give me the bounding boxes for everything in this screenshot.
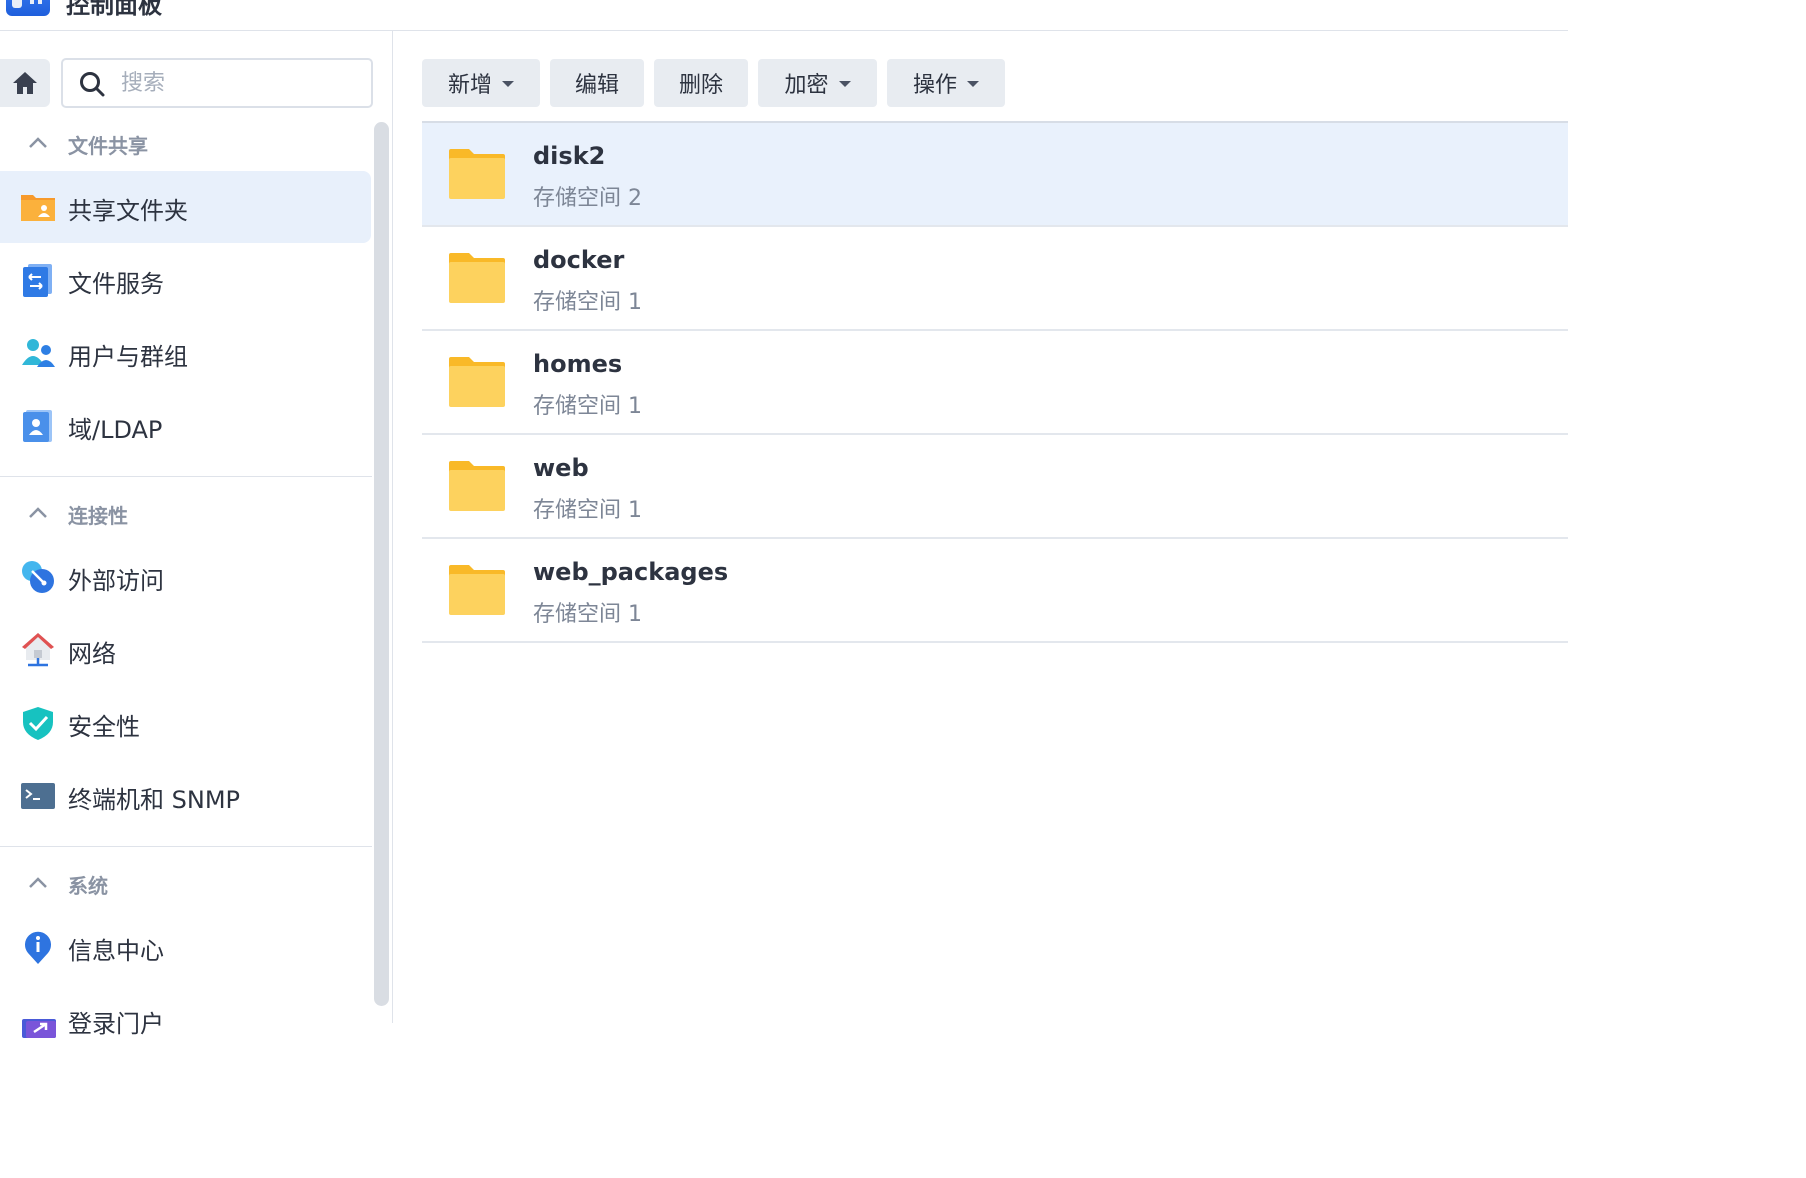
folder-row[interactable]: web 存储空间 1 bbox=[422, 435, 1568, 539]
sidebar-item-label: 外部访问 bbox=[68, 567, 164, 595]
folder-row[interactable]: disk2 存储空间 2 bbox=[422, 121, 1568, 227]
sidebar-item-users-groups[interactable]: 用户与群组 bbox=[0, 317, 371, 389]
dropdown-caret-icon bbox=[838, 81, 851, 87]
sidebar-item-login-portal[interactable]: 登录门户 bbox=[0, 984, 371, 1056]
encrypt-button-label: 加密 bbox=[784, 73, 829, 98]
search-input[interactable] bbox=[119, 67, 353, 99]
encrypt-button[interactable]: 加密 bbox=[758, 59, 877, 107]
group-divider bbox=[0, 846, 372, 847]
group-header-connectivity[interactable]: 连接性 bbox=[0, 493, 372, 533]
group-label: 系统 bbox=[68, 874, 108, 898]
sidebar-item-security[interactable]: 安全性 bbox=[0, 687, 371, 759]
sidebar-item-terminal-snmp[interactable]: 终端机和 SNMP bbox=[0, 760, 371, 832]
dropdown-caret-icon bbox=[502, 81, 514, 87]
folder-icon bbox=[449, 461, 505, 511]
sidebar-item-label: 域/LDAP bbox=[68, 416, 163, 444]
folder-name: homes bbox=[533, 350, 623, 378]
folder-volume: 存储空间 2 bbox=[533, 186, 642, 211]
file-services-icon bbox=[23, 264, 52, 297]
group-label: 文件共享 bbox=[68, 134, 148, 158]
group-label: 连接性 bbox=[68, 504, 128, 528]
sidebar-item-file-services[interactable]: 文件服务 bbox=[0, 244, 371, 316]
folder-icon bbox=[449, 253, 505, 303]
window-titlebar: 控制面板 bbox=[0, 0, 1568, 31]
search-icon bbox=[80, 72, 105, 97]
terminal-icon bbox=[21, 783, 55, 809]
home-icon bbox=[13, 72, 37, 94]
domain-ldap-icon bbox=[23, 410, 52, 442]
shared-folder-list: disk2 存储空间 2 docker 存储空间 1 homes 存储空间 1 … bbox=[422, 121, 1568, 643]
sidebar-item-label: 信息中心 bbox=[68, 937, 164, 965]
window-title: 控制面板 bbox=[66, 0, 162, 19]
folder-icon bbox=[449, 565, 505, 615]
network-icon bbox=[22, 633, 54, 667]
sidebar: 文件共享 共享文件夹 文件服务 用户与群组 bbox=[0, 31, 393, 1038]
sidebar-item-domain-ldap[interactable]: 域/LDAP bbox=[0, 390, 371, 462]
delete-button-label: 删除 bbox=[678, 73, 723, 98]
folder-volume: 存储空间 1 bbox=[533, 290, 642, 315]
sidebar-item-label: 文件服务 bbox=[68, 270, 164, 298]
action-button[interactable]: 操作 bbox=[887, 59, 1005, 107]
dropdown-caret-icon bbox=[967, 81, 979, 87]
folder-icon bbox=[449, 357, 505, 407]
folder-name: docker bbox=[533, 246, 625, 274]
folder-volume: 存储空间 1 bbox=[533, 394, 642, 419]
sidebar-item-shared-folder[interactable]: 共享文件夹 bbox=[0, 171, 371, 243]
group-divider bbox=[0, 476, 372, 477]
sidebar-item-label: 用户与群组 bbox=[68, 343, 188, 371]
folder-volume: 存储空间 1 bbox=[533, 602, 642, 627]
chevron-up-icon bbox=[29, 877, 47, 888]
sidebar-item-label: 安全性 bbox=[68, 713, 140, 741]
sidebar-item-info-center[interactable]: 信息中心 bbox=[0, 911, 371, 983]
chevron-up-icon bbox=[29, 137, 47, 148]
sidebar-item-label: 网络 bbox=[68, 640, 116, 668]
edit-button[interactable]: 编辑 bbox=[550, 59, 644, 107]
sidebar-scrollbar[interactable] bbox=[374, 122, 389, 1006]
folder-name: disk2 bbox=[533, 142, 606, 170]
sidebar-item-label: 共享文件夹 bbox=[68, 197, 188, 225]
action-button-label: 操作 bbox=[912, 73, 957, 98]
folder-icon bbox=[449, 149, 505, 199]
login-portal-icon bbox=[22, 1019, 56, 1038]
chevron-up-icon bbox=[29, 507, 47, 518]
folder-name: web_packages bbox=[533, 558, 729, 586]
folder-name: web bbox=[533, 454, 589, 482]
delete-button[interactable]: 删除 bbox=[654, 59, 748, 107]
external-access-icon bbox=[22, 561, 54, 593]
security-shield-icon bbox=[23, 707, 53, 740]
search-field[interactable] bbox=[61, 58, 373, 108]
create-button-label: 新增 bbox=[447, 73, 492, 98]
group-header-file-sharing[interactable]: 文件共享 bbox=[0, 123, 372, 163]
group-header-system[interactable]: 系统 bbox=[0, 863, 372, 903]
users-groups-icon bbox=[22, 339, 55, 367]
shared-folder-icon bbox=[21, 195, 55, 221]
sidebar-item-label: 登录门户 bbox=[68, 1010, 164, 1038]
sidebar-item-label: 终端机和 SNMP bbox=[68, 786, 240, 814]
sidebar-item-external-access[interactable]: 外部访问 bbox=[0, 541, 371, 613]
folder-row[interactable]: docker 存储空间 1 bbox=[422, 227, 1568, 331]
folder-row[interactable]: homes 存储空间 1 bbox=[422, 331, 1568, 435]
create-button[interactable]: 新增 bbox=[422, 59, 540, 107]
folder-row[interactable]: web_packages 存储空间 1 bbox=[422, 539, 1568, 643]
home-button[interactable] bbox=[0, 59, 50, 107]
sidebar-item-network[interactable]: 网络 bbox=[0, 614, 371, 686]
edit-button-label: 编辑 bbox=[574, 73, 619, 98]
info-center-icon bbox=[25, 931, 51, 964]
folder-volume: 存储空间 1 bbox=[533, 498, 642, 523]
control-panel-app-icon bbox=[6, 0, 50, 16]
